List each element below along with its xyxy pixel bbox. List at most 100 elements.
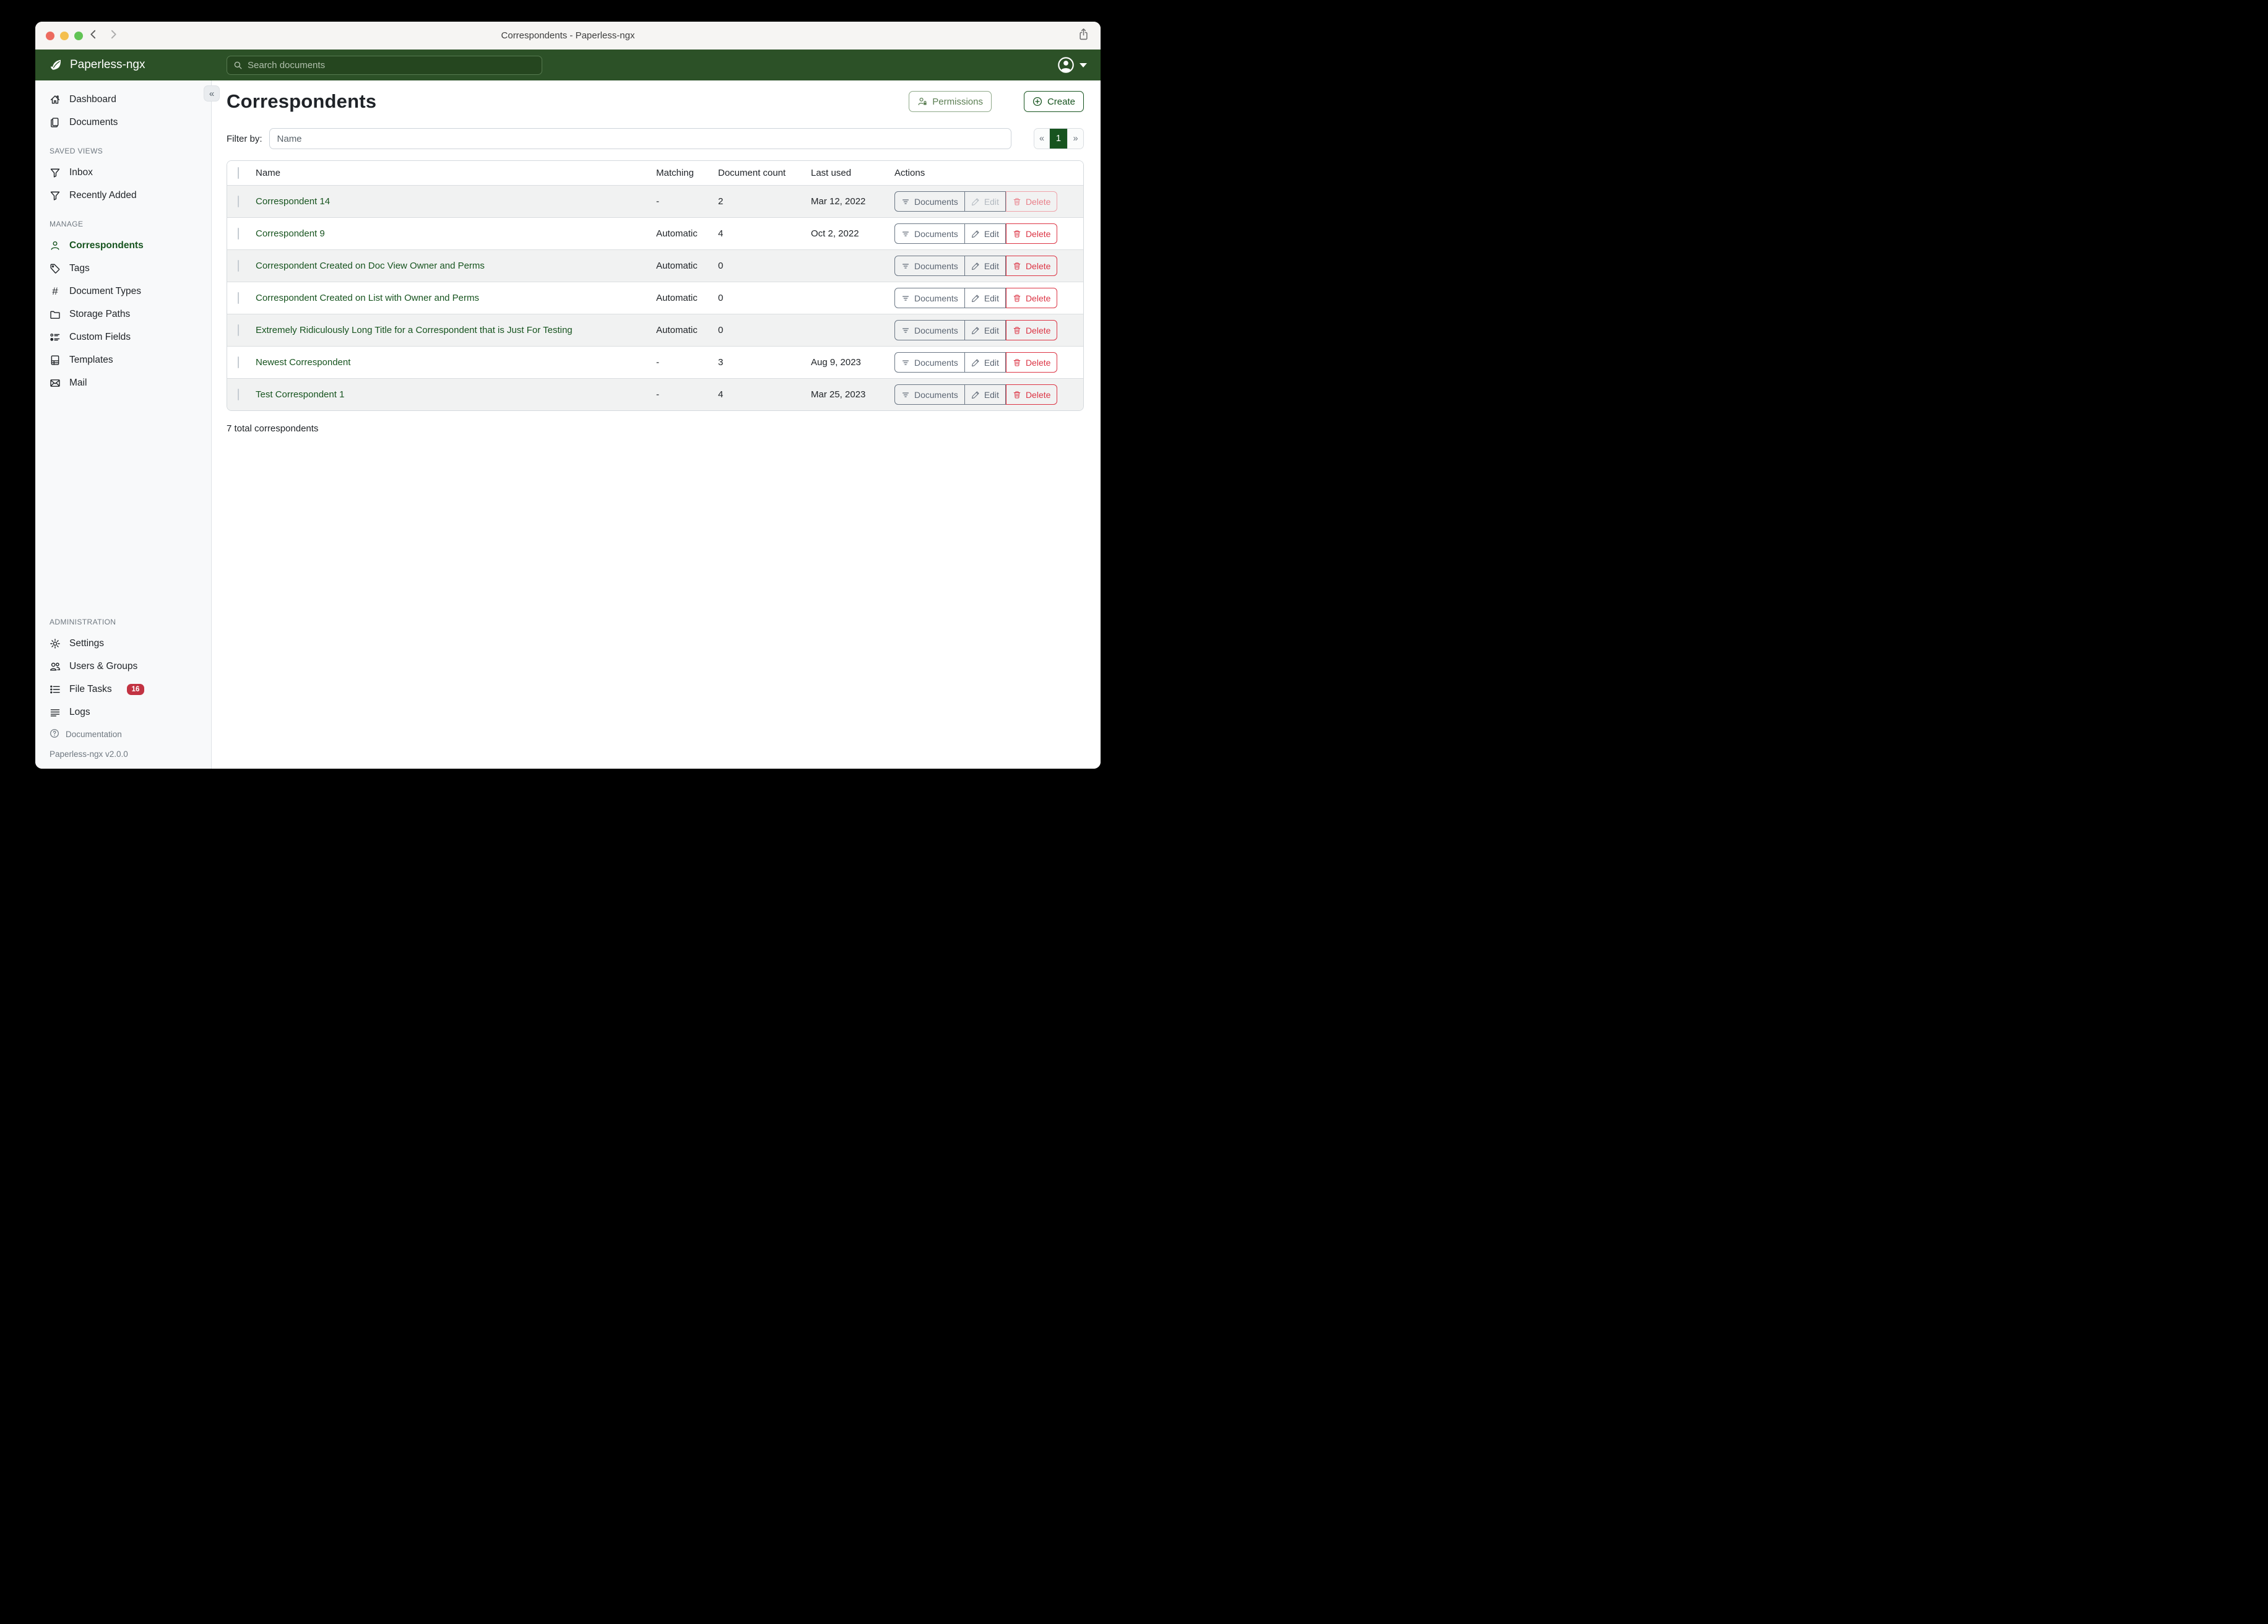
documents-button[interactable]: Documents — [894, 384, 965, 405]
documents-button[interactable]: Documents — [894, 256, 965, 276]
tag-icon — [50, 263, 61, 274]
row-checkbox[interactable] — [238, 356, 239, 368]
minimize-window-button[interactable] — [60, 32, 69, 40]
sidebar-item-storage-paths[interactable]: Storage Paths — [35, 303, 211, 326]
edit-button[interactable]: Edit — [965, 288, 1006, 308]
app-navbar: Paperless-ngx — [35, 50, 1101, 80]
delete-button[interactable]: Delete — [1006, 223, 1057, 244]
filter-name-input[interactable] — [269, 128, 1011, 149]
files-icon — [50, 117, 61, 128]
folder-icon — [50, 309, 61, 320]
row-name-link[interactable]: Correspondent Created on List with Owner… — [256, 293, 479, 303]
pencil-icon — [971, 197, 980, 206]
row-matching: Automatic — [656, 325, 718, 335]
select-all-checkbox[interactable] — [238, 167, 239, 179]
sidebar-item-inbox[interactable]: Inbox — [35, 161, 211, 184]
sidebar: Dashboard Documents SAVED VIEWS Inbox Re… — [35, 80, 212, 769]
sidebar-collapse-button[interactable]: « — [204, 85, 220, 102]
delete-button[interactable]: Delete — [1006, 256, 1057, 276]
sidebar-item-recently-added[interactable]: Recently Added — [35, 184, 211, 207]
row-name-link[interactable]: Newest Correspondent — [256, 357, 350, 368]
total-count-text: 7 total correspondents — [227, 423, 1084, 434]
row-last-used: Oct 2, 2022 — [811, 228, 894, 239]
edit-button[interactable]: Edit — [965, 256, 1006, 276]
forward-icon[interactable] — [108, 29, 119, 43]
person-icon — [50, 240, 61, 251]
home-icon — [50, 94, 61, 105]
create-button[interactable]: Create — [1024, 91, 1084, 112]
row-checkbox[interactable] — [238, 389, 239, 400]
row-matching: - — [656, 357, 718, 368]
filter-icon — [901, 262, 910, 270]
section-title-administration: ADMINISTRATION — [35, 605, 211, 632]
trash-icon — [1013, 230, 1021, 238]
version-text: Paperless-ngx v2.0.0 — [50, 749, 197, 759]
row-count: 3 — [718, 357, 811, 368]
sidebar-item-dashboard[interactable]: Dashboard — [35, 88, 211, 111]
trash-icon — [1013, 391, 1021, 399]
documents-button[interactable]: Documents — [894, 191, 965, 212]
edit-button[interactable]: Edit — [965, 320, 1006, 340]
filter-icon — [901, 326, 910, 335]
table-row: Correspondent Created on Doc View Owner … — [227, 249, 1083, 282]
sidebar-item-logs[interactable]: Logs — [35, 701, 211, 723]
documents-button[interactable]: Documents — [894, 223, 965, 244]
filter-icon — [901, 391, 910, 399]
back-icon[interactable] — [88, 29, 98, 43]
brand[interactable]: Paperless-ngx — [35, 58, 212, 72]
row-checkbox[interactable] — [238, 196, 239, 207]
global-search[interactable] — [227, 56, 542, 75]
sidebar-item-file-tasks[interactable]: File Tasks 16 — [35, 678, 211, 701]
sidebar-item-custom-fields[interactable]: Custom Fields — [35, 326, 211, 348]
sidebar-item-correspondents[interactable]: Correspondents — [35, 234, 211, 257]
pagination-prev[interactable]: « — [1034, 129, 1050, 149]
delete-button[interactable]: Delete — [1006, 191, 1057, 212]
documents-button[interactable]: Documents — [894, 288, 965, 308]
row-checkbox[interactable] — [238, 260, 239, 272]
pencil-icon — [971, 230, 980, 238]
row-name-link[interactable]: Correspondent 14 — [256, 196, 330, 207]
row-count: 4 — [718, 389, 811, 400]
delete-button[interactable]: Delete — [1006, 384, 1057, 405]
edit-button[interactable]: Edit — [965, 223, 1006, 244]
row-checkbox[interactable] — [238, 292, 239, 304]
pagination-next[interactable]: » — [1068, 129, 1083, 149]
sidebar-item-documents[interactable]: Documents — [35, 111, 211, 134]
documents-button[interactable]: Documents — [894, 320, 965, 340]
documentation-link[interactable]: Documentation — [50, 728, 197, 740]
row-name-link[interactable]: Extremely Ridiculously Long Title for a … — [256, 325, 573, 335]
app-window: Correspondents - Paperless-ngx Paperless… — [35, 22, 1101, 769]
row-count: 2 — [718, 196, 811, 207]
sidebar-item-users-groups[interactable]: Users & Groups — [35, 655, 211, 678]
permissions-button[interactable]: Permissions — [909, 91, 992, 112]
documents-button[interactable]: Documents — [894, 352, 965, 373]
filter-icon — [901, 358, 910, 367]
delete-button[interactable]: Delete — [1006, 320, 1057, 340]
zoom-window-button[interactable] — [74, 32, 83, 40]
sidebar-item-document-types[interactable]: # Document Types — [35, 280, 211, 303]
row-name-link[interactable]: Correspondent 9 — [256, 228, 325, 239]
people-icon — [50, 661, 61, 672]
row-last-used: Mar 12, 2022 — [811, 196, 894, 207]
user-menu[interactable] — [1057, 56, 1087, 74]
share-icon[interactable] — [1078, 28, 1089, 44]
pagination-page-1[interactable]: 1 — [1050, 129, 1068, 149]
search-input[interactable] — [248, 60, 535, 71]
delete-button[interactable]: Delete — [1006, 352, 1057, 373]
edit-button[interactable]: Edit — [965, 384, 1006, 405]
sidebar-item-mail[interactable]: Mail — [35, 371, 211, 394]
edit-button[interactable]: Edit — [965, 352, 1006, 373]
sidebar-item-settings[interactable]: Settings — [35, 632, 211, 655]
sidebar-item-templates[interactable]: Templates — [35, 348, 211, 371]
edit-button[interactable]: Edit — [965, 191, 1006, 212]
row-checkbox[interactable] — [238, 324, 239, 336]
close-window-button[interactable] — [46, 32, 54, 40]
row-name-link[interactable]: Correspondent Created on Doc View Owner … — [256, 261, 485, 271]
sidebar-item-tags[interactable]: Tags — [35, 257, 211, 280]
plus-circle-icon — [1032, 97, 1042, 106]
row-name-link[interactable]: Test Correspondent 1 — [256, 389, 344, 400]
trash-icon — [1013, 197, 1021, 206]
delete-button[interactable]: Delete — [1006, 288, 1057, 308]
row-checkbox[interactable] — [238, 228, 239, 240]
table-row: Correspondent Created on List with Owner… — [227, 282, 1083, 314]
